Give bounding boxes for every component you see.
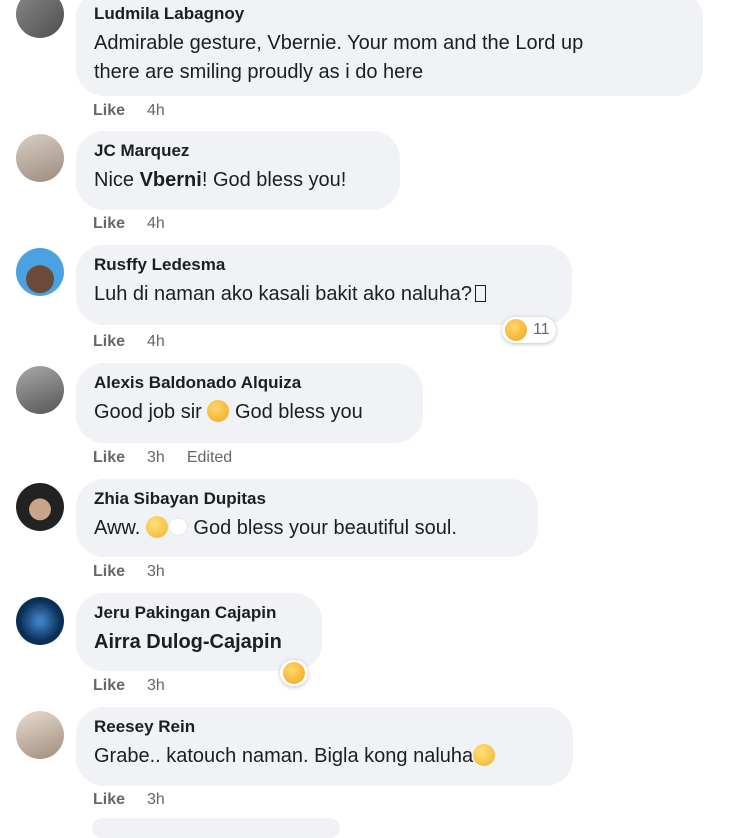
comment-text: Grabe.. katouch naman. Bigla kong naluha: [94, 742, 555, 771]
comment-bubble: Alexis Baldonado Alquiza Good job sir Go…: [76, 363, 423, 443]
mention-link[interactable]: Vberni: [140, 169, 202, 191]
avatar[interactable]: [16, 366, 64, 414]
comment-bubble: Reesey Rein Grabe.. katouch naman. Bigla…: [76, 707, 573, 786]
like-button[interactable]: Like: [93, 333, 125, 350]
like-button[interactable]: Like: [93, 563, 125, 580]
comment-text-part: Nice: [94, 169, 140, 191]
comment-bubble: Zhia Sibayan Dupitas Aww. God bless your…: [76, 479, 538, 557]
comment-author[interactable]: Zhia Sibayan Dupitas: [94, 488, 520, 510]
comment-actions: Like 4h: [93, 102, 187, 120]
comment-actions: Like 3h: [93, 677, 187, 695]
haha-reaction-icon: [505, 319, 527, 341]
comment-actions: Like 3h Edited: [93, 449, 254, 467]
comment-bubble: JC Marquez Nice Vberni! God bless you!: [76, 131, 400, 210]
reaction-summary[interactable]: 11: [502, 317, 556, 343]
comment-text-part: Aww.: [94, 517, 146, 539]
like-button[interactable]: Like: [93, 449, 125, 466]
comment-text: Airra Dulog-Cajapin: [94, 628, 304, 657]
avatar[interactable]: [16, 134, 64, 182]
comment-author[interactable]: Alexis Baldonado Alquiza: [94, 372, 405, 394]
comment-text: Luh di naman ako kasali bakit ako naluha…: [94, 280, 554, 309]
comment-text-part: God bless your beautiful soul.: [187, 517, 457, 539]
like-button[interactable]: Like: [93, 791, 125, 808]
like-button[interactable]: Like: [93, 215, 125, 232]
comment-author[interactable]: JC Marquez: [94, 140, 382, 162]
timestamp[interactable]: 3h: [147, 563, 165, 580]
timestamp[interactable]: 4h: [147, 102, 165, 119]
comment-actions: Like 3h: [93, 791, 187, 809]
missing-glyph-icon: [475, 285, 487, 302]
comment-text: Admirable gesture, Vbernie. Your mom and…: [94, 32, 584, 54]
reaction-count: 11: [533, 321, 550, 338]
timestamp[interactable]: 3h: [147, 791, 165, 808]
pleading-face-emoji-icon: [145, 516, 168, 538]
comment-author[interactable]: Ludmila Labagnoy: [94, 3, 685, 25]
comment-bubble: Rusffy Ledesma Luh di naman ako kasali b…: [76, 245, 572, 325]
timestamp[interactable]: 3h: [147, 677, 165, 694]
avatar[interactable]: [16, 248, 64, 296]
avatar[interactable]: [16, 597, 64, 645]
comment-text: Nice Vberni! God bless you!: [94, 166, 382, 195]
sad-face-emoji-icon: [473, 744, 496, 766]
like-button[interactable]: Like: [93, 102, 125, 119]
comment-bubble: Ludmila Labagnoy Admirable gesture, Vber…: [76, 0, 703, 96]
comment-text: Aww. God bless your beautiful soul.: [94, 514, 520, 543]
comment-bubble: Jeru Pakingan Cajapin Airra Dulog-Cajapi…: [76, 593, 322, 671]
comment-author[interactable]: Rusffy Ledesma: [94, 254, 554, 276]
mention-link[interactable]: Airra Dulog-Cajapin: [94, 631, 282, 653]
timestamp[interactable]: 4h: [147, 333, 165, 350]
comment-actions: Like 4h: [93, 215, 187, 233]
timestamp[interactable]: 4h: [147, 215, 165, 232]
edited-label[interactable]: Edited: [187, 449, 232, 466]
comment-author[interactable]: Jeru Pakingan Cajapin: [94, 602, 304, 624]
comment-text-part: God bless you: [229, 401, 363, 423]
avatar[interactable]: [16, 711, 64, 759]
comment-text: there are smiling proudly as i do here: [94, 61, 424, 83]
comment-text: Good job sir God bless you: [94, 398, 405, 427]
reaction-summary[interactable]: [280, 660, 308, 686]
comment-actions: Like 3h: [93, 563, 187, 581]
comment-text-part: ! God bless you!: [201, 169, 347, 191]
comment-text-part: Good job sir: [94, 401, 208, 423]
care-reaction-icon: [283, 662, 305, 684]
timestamp[interactable]: 3h: [147, 449, 165, 466]
comment-text-part: Grabe.. katouch naman. Bigla kong naluha: [94, 745, 474, 767]
hugging-face-emoji-icon: [207, 400, 230, 422]
comment-actions: Like 4h: [93, 333, 187, 351]
comment-text-part: Luh di naman ako kasali bakit ako naluha…: [94, 283, 473, 305]
avatar[interactable]: [16, 0, 64, 38]
like-button[interactable]: Like: [93, 677, 125, 694]
white-heart-emoji-icon: [167, 518, 188, 536]
comment-author[interactable]: Reesey Rein: [94, 716, 555, 738]
next-comment-bubble: [92, 818, 340, 838]
avatar[interactable]: [16, 483, 64, 531]
